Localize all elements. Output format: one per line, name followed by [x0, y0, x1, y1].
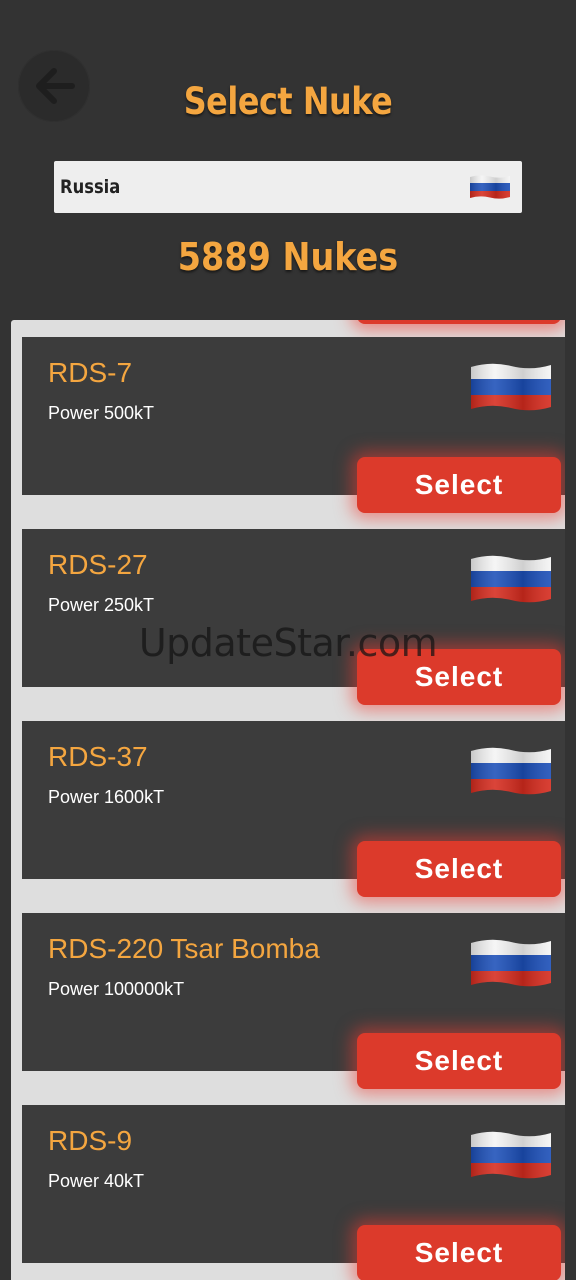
nuke-power: Power 40kT — [48, 1171, 145, 1191]
select-button[interactable]: Select — [357, 457, 561, 513]
russia-flag-icon — [470, 173, 510, 205]
russia-flag-icon — [471, 937, 551, 993]
nuke-name: RDS-220 Tsar Bomba — [48, 933, 320, 964]
select-button-partial[interactable] — [357, 320, 561, 324]
nuke-power: Power 250kT — [48, 595, 155, 615]
russia-flag-icon — [471, 361, 551, 417]
nuke-card-rds-7: RDS-7 Power 500kT Select — [22, 337, 565, 513]
country-select-value: Russia — [60, 176, 121, 198]
russia-flag-icon — [471, 745, 551, 801]
nuke-card-rds-9: RDS-9 Power 40kT Select — [22, 1105, 565, 1280]
select-button[interactable]: Select — [357, 1033, 561, 1089]
nuke-name: RDS-37 — [48, 741, 148, 772]
nuke-count: 5889 Nukes — [177, 235, 399, 279]
select-button[interactable]: Select — [357, 841, 561, 897]
nuke-card-rds-27: RDS-27 Power 250kT Select — [22, 529, 565, 705]
russia-flag-icon — [471, 553, 551, 609]
nuke-power: Power 100000kT — [48, 979, 185, 999]
country-select[interactable]: Russia — [54, 161, 522, 213]
russia-flag-icon — [471, 1129, 551, 1185]
nuke-card-rds-37: RDS-37 Power 1600kT Select — [22, 721, 565, 897]
nuke-power: Power 500kT — [48, 403, 155, 423]
nuke-name: RDS-9 — [48, 1125, 133, 1156]
select-button[interactable]: Select — [357, 1225, 561, 1280]
page-title: Select Nuke — [183, 80, 393, 123]
nuke-power: Power 1600kT — [48, 787, 165, 807]
nuke-name: RDS-7 — [48, 357, 133, 388]
nuke-card-rds-220: RDS-220 Tsar Bomba Power 100000kT Select — [22, 913, 565, 1089]
select-button[interactable]: Select — [357, 649, 561, 705]
nuke-list[interactable]: RDS-7 Power 500kT Select RDS-27 Power 25… — [11, 320, 565, 1280]
nuke-name: RDS-27 — [48, 549, 148, 580]
